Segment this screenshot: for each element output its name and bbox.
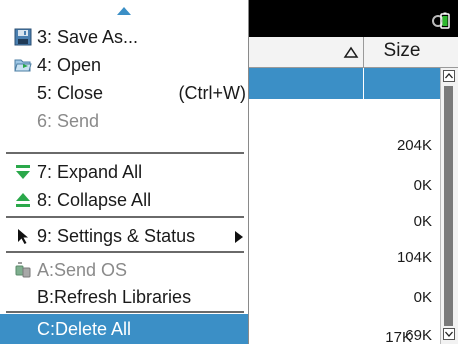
collapse-all-icon [16,193,30,207]
file-size-cell: 17K [385,329,412,344]
expand-all-icon [16,165,30,179]
menu-separator [6,311,244,313]
scroll-down-button[interactable] [443,328,455,340]
menu-item-label: 3: Save As... [37,27,139,47]
menu-item-label: 9: Settings & Status [37,226,196,246]
menu-item-collapse-all[interactable]: 8: Collapse All [0,186,248,214]
open-folder-icon [14,59,32,72]
menu-item-expand-all[interactable]: 7: Expand All [0,158,248,186]
menu-item-label: 5: Close [37,83,104,103]
file-context-menu: 3: Save As... 4: Open 5: Close (Ctrl+W) … [0,0,249,344]
menu-item-shortcut: (Ctrl+W) [178,83,246,103]
menu-item-send: 6: Send [0,107,248,135]
menu-item-label: 4: Open [37,55,102,75]
file-size-cell: 0K [413,213,432,230]
menu-item-label: 7: Expand All [37,162,143,182]
menu-item-open[interactable]: 4: Open [0,51,248,79]
column-divider [363,37,364,67]
menu-item-label: B:Refresh Libraries [37,287,192,307]
send-os-icon [15,262,31,278]
file-browser-screen: Size 204K 0K 0K 104K 0K 69K 17K 3: Save … [0,0,458,344]
sort-ascending-icon[interactable] [343,45,359,59]
menu-item-delete-all[interactable]: C:Delete All [0,314,248,344]
chevron-up-icon [445,73,453,79]
save-disk-icon [14,28,32,46]
menu-item-refresh-libraries[interactable]: B:Refresh Libraries [0,283,248,311]
file-size-cell: 104K [396,249,432,266]
menu-item-send-os: A:Send OS [0,256,248,284]
scroll-thumb[interactable] [444,86,453,326]
menu-scroll-up-icon[interactable] [116,6,132,16]
chevron-down-icon [445,331,453,337]
column-header-row: Size [249,37,458,68]
menu-item-label: 8: Collapse All [37,190,152,210]
menu-item-close[interactable]: 5: Close (Ctrl+W) [0,79,248,107]
menu-item-settings-status[interactable]: 9: Settings & Status [0,222,248,250]
menu-separator [6,216,244,218]
menu-item-label: 6: Send [37,111,100,131]
pointer-arrow-icon [18,229,28,244]
battery-icon [432,12,450,29]
file-size-cell: 0K [413,289,432,306]
column-divider [363,68,364,99]
menu-item-label: C:Delete All [37,319,132,339]
submenu-arrow-icon [235,231,243,243]
vertical-scrollbar[interactable] [440,68,458,344]
scroll-up-button[interactable] [443,70,455,82]
file-size-cell: 204K [396,137,432,154]
menu-item-label: A:Send OS [37,260,128,280]
size-column-header[interactable]: Size [367,40,437,62]
menu-item-save-as[interactable]: 3: Save As... [0,23,248,51]
selected-file-row[interactable] [249,68,440,99]
file-size-cell: 0K [413,177,432,194]
menu-separator [6,152,244,154]
menu-separator [6,251,244,253]
